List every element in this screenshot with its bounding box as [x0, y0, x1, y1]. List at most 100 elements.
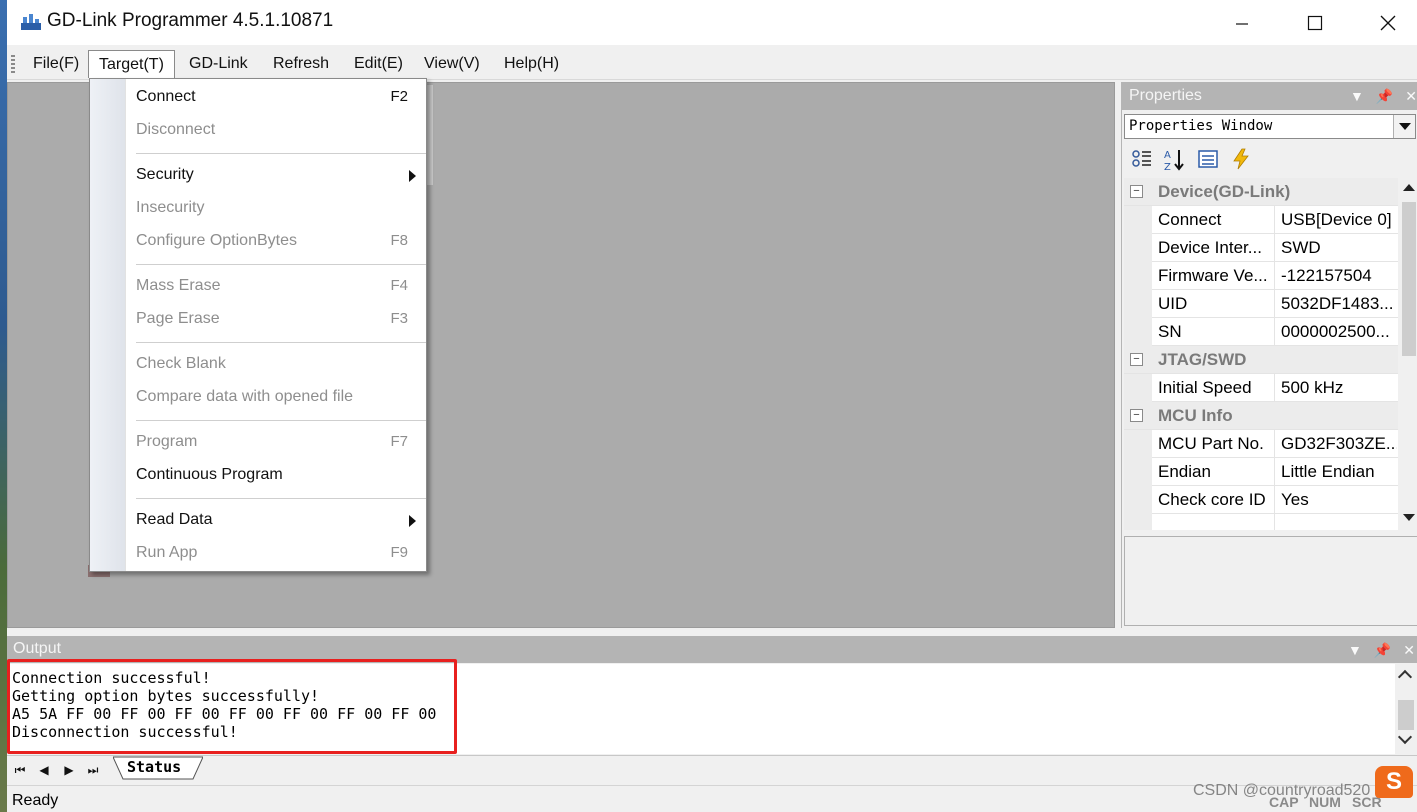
scroll-thumb[interactable] [1398, 700, 1414, 730]
window-title: GD-Link Programmer 4.5.1.10871 [47, 10, 334, 31]
menu-item-run-app[interactable]: Run App F9 [126, 538, 426, 568]
column-divider [1274, 318, 1275, 346]
properties-object-selector[interactable]: Properties Window [1124, 114, 1416, 139]
output-scrollbar[interactable] [1395, 664, 1417, 754]
property-value[interactable]: USB[Device 0] [1281, 210, 1397, 230]
column-divider [1274, 234, 1275, 262]
property-name: UID [1158, 294, 1188, 313]
menu-item-label: Run App [136, 544, 198, 561]
property-value[interactable]: Yes [1281, 490, 1397, 510]
scroll-up-icon[interactable] [1403, 184, 1415, 191]
column-divider [1274, 262, 1275, 290]
status-text: Ready [12, 792, 59, 809]
pin-icon[interactable]: 📌 [1376, 88, 1393, 105]
menu-view[interactable]: View(V) [414, 50, 490, 78]
prev-page-icon[interactable]: ◀ [36, 762, 52, 778]
property-row[interactable]: Firmware Ve... -122157504 [1124, 262, 1398, 290]
category-mcu-info[interactable]: − MCU Info [1124, 402, 1398, 430]
svg-text:Z: Z [1164, 162, 1171, 172]
menu-item-read-data[interactable]: Read Data [126, 505, 426, 535]
category-device[interactable]: − Device(GD-Link) [1124, 178, 1398, 206]
property-row[interactable]: Connect USB[Device 0] [1124, 206, 1398, 234]
panel-dropdown-icon[interactable]: ▼ [1350, 88, 1364, 104]
menu-item-label: Configure OptionBytes [136, 232, 297, 249]
chevron-down-icon[interactable] [1393, 115, 1415, 138]
property-row[interactable]: Initial Speed 500 kHz [1124, 374, 1398, 402]
close-icon[interactable] [1353, 0, 1417, 45]
events-icon[interactable] [1229, 148, 1253, 172]
menu-edit[interactable]: Edit(E) [344, 50, 413, 78]
property-name: Check core ID [1158, 490, 1266, 509]
pin-icon[interactable]: 📌 [1374, 642, 1391, 659]
scroll-down-icon[interactable] [1397, 729, 1413, 745]
menu-item-page-erase[interactable]: Page Erase F3 [126, 304, 426, 334]
menu-item-disconnect[interactable]: Disconnect [126, 115, 426, 145]
menu-separator [136, 264, 426, 265]
collapse-icon[interactable]: − [1130, 409, 1143, 422]
property-value[interactable]: 0000002500... [1281, 322, 1397, 342]
property-value[interactable]: -122157504 [1281, 266, 1397, 286]
panel-close-icon[interactable]: ✕ [1403, 642, 1415, 659]
categorized-icon[interactable] [1130, 148, 1154, 172]
property-value[interactable]: Little Endian [1281, 462, 1397, 482]
panel-dropdown-icon[interactable]: ▼ [1348, 642, 1362, 658]
collapse-icon[interactable]: − [1130, 353, 1143, 366]
property-row[interactable]: Device Inter... SWD [1124, 234, 1398, 262]
tab-status[interactable]: Status [113, 756, 203, 780]
scroll-thumb[interactable] [1402, 202, 1416, 356]
scroll-down-icon[interactable] [1403, 514, 1415, 521]
menu-refresh[interactable]: Refresh [263, 50, 339, 78]
watermark-text: CSDN @countryroad520 [1193, 782, 1371, 799]
menu-item-program[interactable]: Program F7 [126, 427, 426, 457]
property-row[interactable]: MCU Part No. GD32F303ZE... [1124, 430, 1398, 458]
menu-item-shortcut: F4 [390, 277, 408, 294]
title-bar: GD-Link Programmer 4.5.1.10871 [7, 0, 1417, 45]
target-menu-dropdown: Connect F2 Disconnect Security Insecurit… [89, 78, 427, 572]
first-page-icon[interactable]: ⏮ [12, 762, 28, 778]
menu-item-shortcut: F9 [390, 544, 408, 561]
menu-file[interactable]: File(F) [23, 50, 89, 78]
menu-item-check-blank[interactable]: Check Blank [126, 349, 426, 379]
property-row[interactable]: SN 0000002500... [1124, 318, 1398, 346]
menu-item-mass-erase[interactable]: Mass Erase F4 [126, 271, 426, 301]
menu-item-shortcut: F3 [390, 310, 408, 327]
property-pages-icon[interactable] [1196, 148, 1220, 172]
property-grid-scrollbar[interactable] [1400, 178, 1417, 528]
property-value[interactable]: 5032DF1483... [1281, 294, 1397, 314]
row-indent [1124, 206, 1152, 234]
svg-text:A: A [1164, 150, 1171, 161]
column-divider [1274, 206, 1275, 234]
menu-icon-gutter [90, 79, 126, 571]
menu-item-continuous-program[interactable]: Continuous Program [126, 460, 426, 490]
menu-gd-link[interactable]: GD-Link [179, 50, 258, 78]
menu-item-compare-data[interactable]: Compare data with opened file [126, 382, 426, 412]
menu-target[interactable]: Target(T) [88, 50, 175, 78]
next-page-icon[interactable]: ▶ [61, 762, 77, 778]
property-row[interactable]: Endian Little Endian [1124, 458, 1398, 486]
minimize-icon[interactable] [1207, 0, 1277, 45]
scroll-up-icon[interactable] [1397, 669, 1413, 685]
menu-grip-icon[interactable] [11, 55, 15, 73]
collapse-icon[interactable]: − [1130, 185, 1143, 198]
menu-help[interactable]: Help(H) [494, 50, 569, 78]
alphabetical-sort-icon[interactable]: AZ [1163, 148, 1187, 173]
property-name: Connect [1158, 210, 1222, 229]
property-description-pane [1124, 536, 1417, 626]
menu-item-insecurity[interactable]: Insecurity [126, 193, 426, 223]
property-row-partial[interactable] [1124, 514, 1398, 530]
menu-item-connect[interactable]: Connect F2 [126, 82, 426, 112]
ime-badge-icon[interactable]: S [1375, 766, 1413, 798]
property-row[interactable]: Check core ID Yes [1124, 486, 1398, 514]
category-jtag-swd[interactable]: − JTAG/SWD [1124, 346, 1398, 374]
property-value[interactable]: GD32F303ZE... [1281, 434, 1397, 454]
maximize-icon[interactable] [1280, 0, 1350, 45]
property-value[interactable]: 500 kHz [1281, 378, 1397, 398]
property-value[interactable]: SWD [1281, 238, 1397, 258]
panel-close-icon[interactable]: ✕ [1405, 88, 1417, 105]
menu-item-security[interactable]: Security [126, 160, 426, 190]
category-name: Device(GD-Link) [1158, 182, 1291, 201]
menu-item-label: Read Data [136, 511, 213, 528]
last-page-icon[interactable]: ⏭ [85, 762, 101, 778]
property-row[interactable]: UID 5032DF1483... [1124, 290, 1398, 318]
menu-item-configure-optionbytes[interactable]: Configure OptionBytes F8 [126, 226, 426, 256]
